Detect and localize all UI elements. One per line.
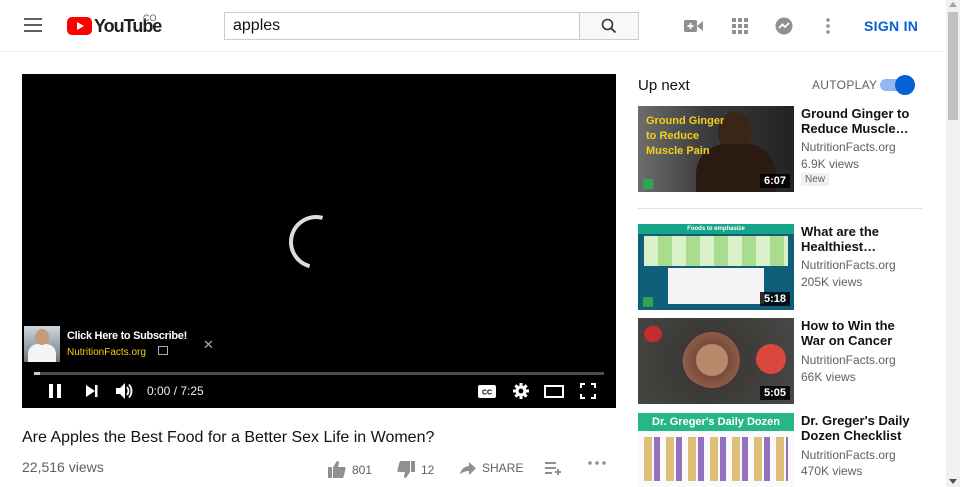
related-video-channel[interactable]: NutritionFacts.org [801,353,896,367]
like-count: 801 [352,462,373,477]
more-horiz-icon [588,461,606,465]
thumbnail-caption: Dr. Greger's Daily Dozen [638,413,794,431]
related-video-thumbnail[interactable]: Dr. Greger's Daily Dozen [638,413,794,487]
captions-icon: CC [478,384,496,398]
fullscreen-button[interactable] [578,381,598,401]
thumbnail-caption: Foods to emphasize [687,226,745,232]
dislike-count: 12 [421,462,435,477]
share-label: SHARE [482,461,524,475]
mute-button[interactable] [115,381,135,401]
add-to-playlist-icon [545,462,561,475]
scrollbar-thumb[interactable] [948,12,958,120]
related-video-views: 205K views [801,275,863,289]
related-video-views: 66K views [801,370,856,384]
apps-button[interactable] [728,14,752,38]
video-duration: 5:18 [759,292,790,306]
nutritionfacts-logo-icon [643,179,653,189]
close-icon[interactable]: ✕ [203,337,214,353]
video-duration: 5:05 [759,386,790,400]
related-video-channel[interactable]: NutritionFacts.org [801,448,896,462]
scroll-down-arrow-icon[interactable] [949,479,957,484]
like-button[interactable]: 801 [328,461,372,478]
external-link-icon [158,346,168,355]
related-video-thumbnail[interactable]: Ground Ginger to Reduce Muscle Pain 6:07 [638,106,794,192]
autoplay-toggle[interactable] [895,75,915,95]
related-video-views: 6.9K views [801,157,860,171]
scroll-up-arrow-icon[interactable] [949,2,957,7]
divider [638,208,922,209]
more-vert-icon [826,18,830,34]
progress-bar[interactable] [34,372,604,375]
thumb-up-icon [328,461,346,478]
apps-grid-icon [732,18,748,34]
search-icon [601,18,617,34]
dislike-button[interactable]: 12 [397,461,434,478]
new-badge: New [801,173,830,186]
next-icon [86,385,98,397]
logo-country-code: CO [143,13,157,23]
thumb-down-icon [397,461,415,478]
settings-menu-button[interactable] [816,14,840,38]
search-button[interactable] [579,12,639,40]
related-video-channel[interactable]: NutritionFacts.org [801,258,896,272]
sign-in-button[interactable]: SIGN IN [864,18,918,34]
next-button[interactable] [82,381,102,401]
pause-button[interactable] [45,381,65,401]
settings-icon [513,383,529,399]
subscribe-avatar[interactable] [24,326,60,362]
subtitles-button[interactable]: CC [477,381,497,401]
autoplay-label: AUTOPLAY [812,78,878,92]
video-title: Are Apples the Best Food for a Better Se… [22,429,435,446]
view-count: 22,516 views [22,459,104,475]
video-camera-icon [684,20,703,32]
thumbnail-caption: Ground Ginger to Reduce Muscle Pain [646,115,725,157]
related-video-title[interactable]: What are the Healthiest… [801,224,919,254]
share-icon [460,461,476,475]
settings-button[interactable] [511,381,531,401]
related-video-thumbnail[interactable]: 5:05 [638,318,794,404]
create-video-button[interactable] [682,14,706,38]
time-display: 0:00 / 7:25 [147,384,204,398]
youtube-logo[interactable]: YouTube CO [67,13,162,36]
subscribe-title[interactable]: Click Here to Subscribe! [67,330,187,342]
more-actions-button[interactable] [588,461,606,465]
related-video-thumbnail[interactable]: Foods to emphasize 5:18 [638,224,794,310]
related-video-title[interactable]: Ground Ginger to Reduce Muscle… [801,106,919,136]
menu-icon[interactable] [24,18,42,32]
theater-mode-icon [544,384,564,398]
messages-button[interactable] [772,14,796,38]
nutritionfacts-logo-icon [643,297,653,307]
related-video-views: 470K views [801,464,863,478]
video-duration: 6:07 [759,174,790,188]
search-input[interactable] [224,12,580,40]
progress-played [34,372,40,375]
youtube-logo-icon [67,17,92,35]
pause-icon [49,384,61,398]
related-video-title[interactable]: How to Win the War on Cancer [801,318,919,348]
subscribe-channel-link[interactable]: NutritionFacts.org [67,347,146,358]
related-video-title[interactable]: Dr. Greger's Daily Dozen Checklist [801,413,919,443]
messages-icon [775,17,793,35]
save-to-playlist-button[interactable] [545,461,563,475]
theater-mode-button[interactable] [544,381,564,401]
volume-icon [116,383,133,399]
fullscreen-icon [580,383,596,399]
up-next-label: Up next [638,77,690,94]
related-video-channel[interactable]: NutritionFacts.org [801,140,896,154]
svg-text:CC: CC [482,389,492,396]
share-button[interactable]: SHARE [460,461,523,475]
